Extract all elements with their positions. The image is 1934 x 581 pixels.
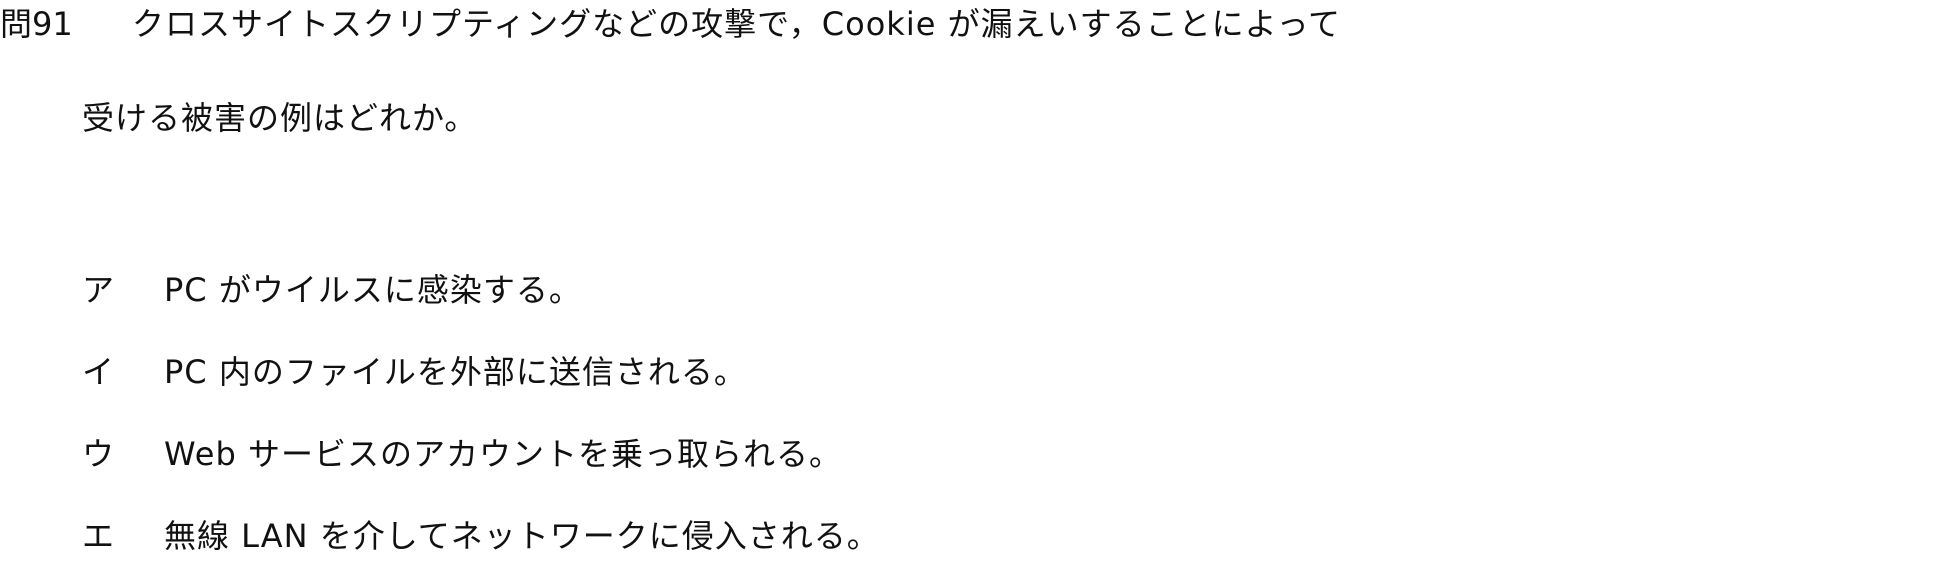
choice-a[interactable]: ア PC がウイルスに感染する。 — [82, 268, 582, 312]
question-text-line-1: クロスサイトスクリプティングなどの攻撃で，Cookie が漏えいすることによって — [132, 5, 1342, 43]
question-number: 問91 — [0, 5, 73, 43]
choice-marker-u: ウ — [82, 435, 116, 473]
choice-text-i: PC 内のファイルを外部に送信される。 — [164, 353, 747, 391]
choice-u[interactable]: ウ Web サービスのアカウントを乗っ取られる。 — [82, 432, 842, 476]
question-stem-line-1: 問91 クロスサイトスクリプティングなどの攻撃で，Cookie が漏えいすることに… — [0, 2, 1341, 46]
exam-page: 問91 クロスサイトスクリプティングなどの攻撃で，Cookie が漏えいすることに… — [0, 0, 1934, 581]
choice-i[interactable]: イ PC 内のファイルを外部に送信される。 — [82, 350, 747, 394]
choice-text-u: Web サービスのアカウントを乗っ取られる。 — [164, 435, 842, 473]
choice-e[interactable]: エ 無線 LAN を介してネットワークに侵入される。 — [82, 514, 880, 558]
choice-text-a: PC がウイルスに感染する。 — [164, 271, 582, 309]
choice-marker-i: イ — [82, 353, 116, 391]
choice-marker-e: エ — [82, 517, 116, 555]
question-text-line-2: 受ける被害の例はどれか。 — [82, 99, 478, 137]
choice-marker-a: ア — [82, 271, 116, 309]
choice-text-e: 無線 LAN を介してネットワークに侵入される。 — [164, 517, 880, 555]
